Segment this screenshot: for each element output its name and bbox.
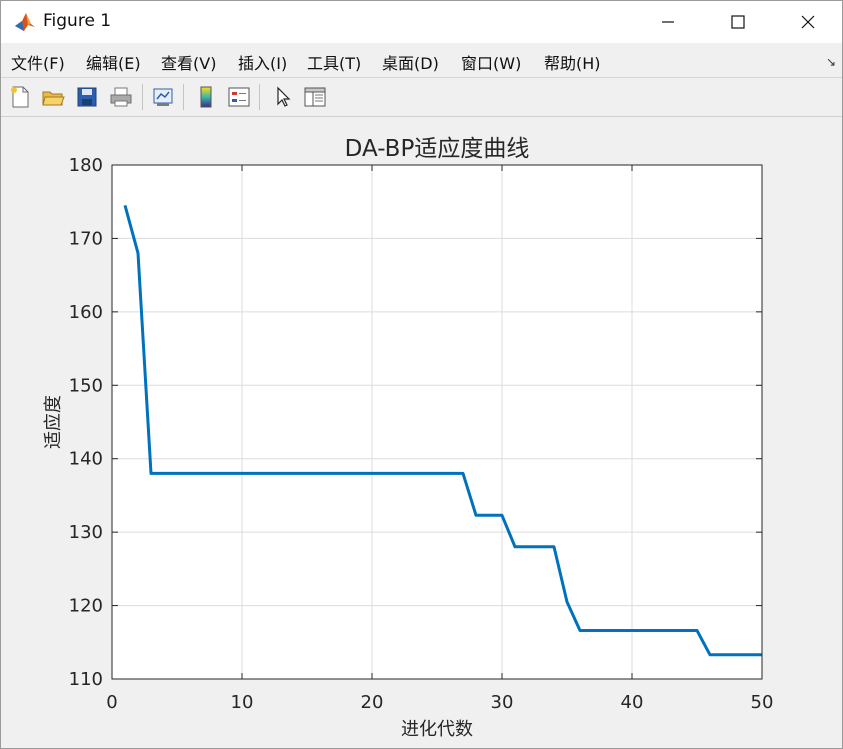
- menu-view[interactable]: 查看(V): [161, 50, 216, 74]
- menu-insert[interactable]: 插入(I): [238, 50, 287, 74]
- plot-svg: DA-BP适应度曲线 进化代数 适应度 0 10 20 30 40 50 110 120 130…: [43, 136, 774, 740]
- legend-icon: [228, 87, 250, 107]
- menu-help[interactable]: 帮助(H): [544, 50, 601, 74]
- x-axis-label: 进化代数: [401, 719, 473, 740]
- close-button[interactable]: [773, 1, 842, 43]
- y-tick-label: 180: [69, 155, 103, 176]
- minimize-icon: [662, 21, 674, 23]
- window-title: Figure 1: [43, 11, 112, 31]
- axes-background[interactable]: [112, 165, 762, 679]
- maximize-button[interactable]: [703, 1, 773, 43]
- x-tick-label: 20: [361, 692, 384, 713]
- property-inspector-button[interactable]: [301, 83, 329, 111]
- minimize-button[interactable]: [633, 1, 703, 43]
- colorbar-icon: [200, 86, 212, 108]
- link-plot-button[interactable]: [149, 83, 177, 111]
- menu-desktop[interactable]: 桌面(D): [382, 50, 439, 74]
- open-file-icon: [42, 91, 65, 106]
- toolbar-separator: [259, 84, 260, 110]
- figure-canvas: DA-BP适应度曲线 进化代数 适应度 0 10 20 30 40 50 110 120 130…: [1, 117, 842, 748]
- save-icon: [77, 87, 97, 107]
- menu-tools[interactable]: 工具(T): [307, 50, 361, 74]
- title-bar[interactable]: Figure 1: [1, 1, 842, 43]
- x-tick-label: 40: [621, 692, 644, 713]
- maximize-icon: [731, 15, 745, 29]
- y-tick-label: 160: [69, 302, 103, 323]
- link-plot-icon: [153, 88, 173, 106]
- figure-window: Figure 1 文件(F) 编辑(E) 查看(V) 插入(I) 工具(T) 桌…: [0, 0, 843, 749]
- edit-plot-button[interactable]: [269, 83, 297, 111]
- matlab-logo-icon: [13, 10, 37, 34]
- open-file-button[interactable]: [39, 83, 67, 111]
- y-tick-label: 170: [69, 228, 103, 249]
- y-tick-label: 120: [69, 596, 103, 617]
- new-figure-button[interactable]: [6, 83, 34, 111]
- toolbar-separator: [142, 84, 143, 110]
- print-button[interactable]: [107, 83, 135, 111]
- chart-title: DA-BP适应度曲线: [345, 136, 530, 162]
- x-tick-label: 10: [231, 692, 254, 713]
- menu-overflow-icon[interactable]: ↘: [826, 55, 836, 69]
- menu-bar: 文件(F) 编辑(E) 查看(V) 插入(I) 工具(T) 桌面(D) 窗口(W…: [1, 43, 842, 78]
- legend-button[interactable]: [225, 83, 253, 111]
- property-inspector-icon: [304, 87, 326, 107]
- new-figure-icon: [11, 86, 29, 108]
- save-button[interactable]: [73, 83, 101, 111]
- colorbar-button[interactable]: [192, 83, 220, 111]
- x-tick-label: 50: [751, 692, 774, 713]
- y-tick-label: 140: [69, 449, 103, 470]
- y-tick-label: 150: [69, 375, 103, 396]
- menu-file[interactable]: 文件(F): [11, 50, 65, 74]
- close-icon: [801, 15, 815, 29]
- y-tick-label: 110: [69, 669, 103, 690]
- figure-toolbar: [1, 78, 842, 117]
- toolbar-separator: [183, 84, 184, 110]
- menu-edit[interactable]: 编辑(E): [86, 50, 141, 74]
- y-tick-label: 130: [69, 522, 103, 543]
- edit-plot-icon: [277, 86, 291, 107]
- x-tick-label: 0: [106, 692, 117, 713]
- print-icon: [110, 87, 132, 107]
- y-axis-label: 适应度: [43, 395, 64, 449]
- x-tick-label: 30: [491, 692, 514, 713]
- menu-window[interactable]: 窗口(W): [461, 50, 521, 74]
